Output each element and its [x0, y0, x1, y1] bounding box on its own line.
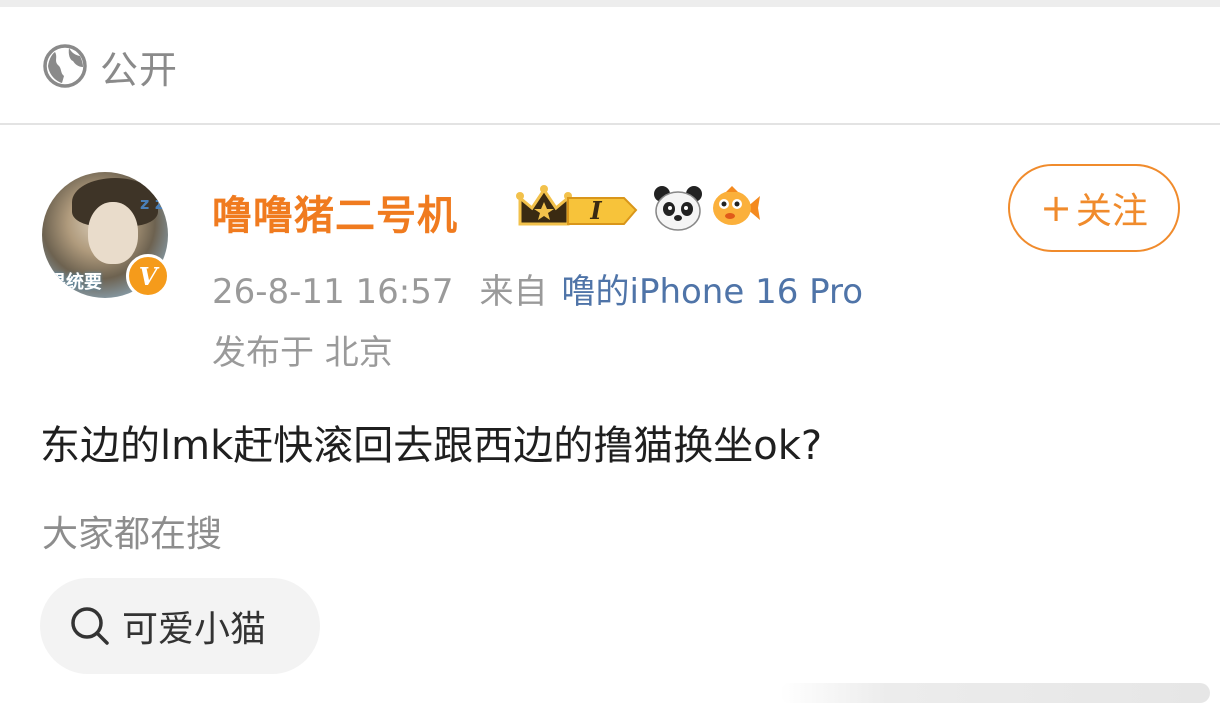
- fish-emoji-icon: [713, 186, 760, 225]
- panda-emoji-icon: [654, 186, 702, 231]
- follow-button[interactable]: + 关注: [1008, 164, 1180, 252]
- search-chip-label: 可爱小猫: [122, 609, 267, 650]
- globe-icon: [43, 44, 87, 88]
- post-time: 26-8-11 16:57: [212, 272, 454, 312]
- from-label: 来自: [479, 272, 548, 312]
- avatar-sleep-z: z z: [140, 194, 165, 213]
- visibility-label: 公开: [100, 47, 179, 92]
- trending-search-header: 大家都在搜: [42, 514, 223, 555]
- device-link[interactable]: 噜的iPhone 16 Pro: [562, 272, 864, 312]
- search-suggestion-chip[interactable]: 可爱小猫: [40, 578, 320, 674]
- verified-badge-icon: V: [126, 254, 170, 298]
- section-divider: [0, 123, 1220, 125]
- svg-text:I: I: [589, 196, 602, 225]
- faded-bottom-shadow: [780, 683, 1210, 703]
- author-badges: I: [516, 183, 762, 233]
- avatar-face: [88, 202, 138, 264]
- post-text: 东边的lmk赶快滚回去跟西边的撸猫换坐ok?: [40, 423, 823, 469]
- follow-label: 关注: [1075, 191, 1148, 232]
- post-meta: 26-8-11 16:57 来自 噜的iPhone 16 Pro: [212, 264, 863, 313]
- avatar-text: 果统要: [48, 272, 102, 293]
- plus-icon: +: [1040, 186, 1072, 230]
- top-separator-strip: [0, 0, 1220, 7]
- crown-level-badge-icon[interactable]: I: [516, 184, 640, 232]
- visibility-row[interactable]: 公开: [42, 40, 178, 92]
- search-icon: [71, 607, 109, 645]
- author-name[interactable]: 噜噜猪二号机: [212, 183, 458, 241]
- post-location: 发布于 北京: [212, 333, 393, 373]
